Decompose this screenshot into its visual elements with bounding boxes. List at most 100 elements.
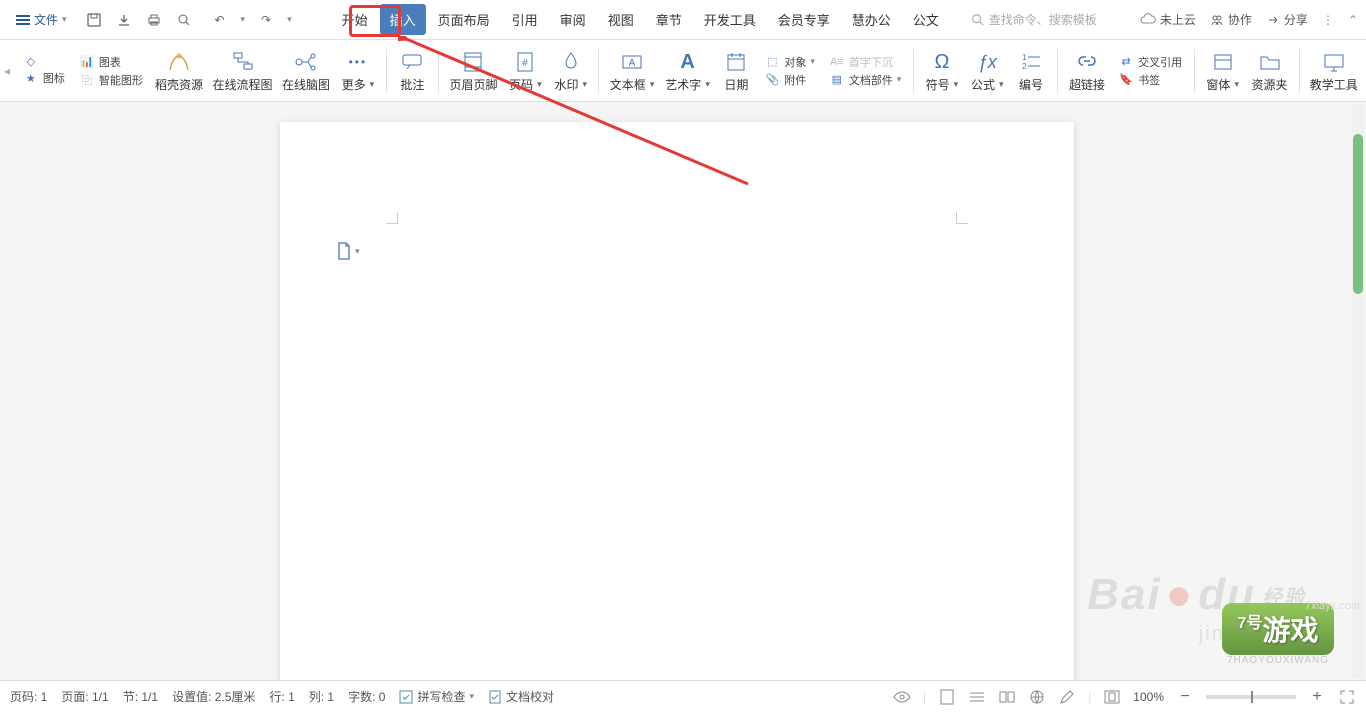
attachment-button[interactable]: 📎附件 xyxy=(764,72,815,88)
separator xyxy=(1194,49,1195,93)
share-label: 分享 xyxy=(1284,11,1308,28)
headerfooter-button[interactable]: 页眉页脚 xyxy=(445,48,501,93)
tab-page-layout[interactable]: 页面布局 xyxy=(428,4,500,35)
chart-button[interactable]: 📊图表 xyxy=(79,54,143,70)
resource-button[interactable]: 资源夹 xyxy=(1246,48,1292,93)
symbol-button[interactable]: Ω符号 xyxy=(920,48,963,93)
tab-chapter[interactable]: 章节 xyxy=(646,4,692,35)
save-icon[interactable] xyxy=(85,11,103,29)
tab-devtools[interactable]: 开发工具 xyxy=(694,4,766,35)
document-page[interactable]: ▾ xyxy=(280,122,1074,680)
collab-button[interactable]: 协作 xyxy=(1210,11,1252,28)
icons-button[interactable]: ★图标 xyxy=(23,70,65,86)
wordart-button[interactable]: A艺术字 xyxy=(661,48,715,93)
bookmark-button[interactable]: 🔖书签 xyxy=(1118,72,1182,88)
tab-view[interactable]: 视图 xyxy=(598,4,644,35)
tab-review[interactable]: 审阅 xyxy=(550,4,596,35)
folder-icon xyxy=(1258,48,1282,76)
date-button[interactable]: 日期 xyxy=(716,48,756,93)
status-row[interactable]: 行: 1 xyxy=(269,688,294,705)
view-reading-icon[interactable] xyxy=(998,688,1016,706)
more-button[interactable]: •••更多 xyxy=(336,48,379,93)
zoom-fit-icon[interactable] xyxy=(1103,688,1121,706)
view-page-icon[interactable] xyxy=(938,688,956,706)
status-page-number[interactable]: 页码: 1 xyxy=(10,688,47,705)
status-doccheck[interactable]: 文档校对 xyxy=(488,688,554,705)
zoom-slider[interactable] xyxy=(1206,695,1296,699)
view-outline-icon[interactable] xyxy=(968,688,986,706)
fullscreen-icon[interactable] xyxy=(1338,688,1356,706)
dropdown-icon: ▾ xyxy=(62,14,67,25)
separator xyxy=(386,49,387,93)
zoom-value[interactable]: 100% xyxy=(1133,690,1164,704)
smartart-label: 智能图形 xyxy=(99,72,143,88)
print-preview-icon[interactable] xyxy=(175,11,193,29)
view-web-icon[interactable] xyxy=(1028,688,1046,706)
redo-dropdown-icon[interactable]: ▾ xyxy=(287,14,292,25)
resource-label: 资源夹 xyxy=(1252,76,1288,93)
separator xyxy=(438,49,439,93)
tab-insert[interactable]: 插入 xyxy=(380,4,426,35)
forms-button[interactable]: 窗体 xyxy=(1201,48,1244,93)
separator xyxy=(1299,49,1300,93)
undo-dropdown-icon[interactable]: ▾ xyxy=(241,14,246,25)
object-button[interactable]: ⬚对象▾ xyxy=(764,54,815,70)
teachingtools-button[interactable]: 教学工具 xyxy=(1306,48,1362,93)
mindmap-button[interactable]: 在线脑图 xyxy=(278,48,334,93)
quick-access-toolbar: ↶ ▾ ↷ ▾ xyxy=(85,11,292,29)
search-icon xyxy=(971,13,985,27)
scroll-thumb[interactable] xyxy=(1353,134,1363,294)
status-spellcheck[interactable]: 拼写检查▾ xyxy=(399,688,474,705)
file-menu-label: 文件 xyxy=(34,11,58,28)
flowchart-icon xyxy=(230,48,256,76)
redo-icon[interactable]: ↷ xyxy=(257,11,275,29)
vertical-scrollbar[interactable] xyxy=(1352,104,1364,678)
hyperlink-button[interactable]: 超链接 xyxy=(1064,48,1110,93)
tab-gongwen[interactable]: 公文 xyxy=(903,4,949,35)
tab-references[interactable]: 引用 xyxy=(502,4,548,35)
more-menu-icon[interactable]: ⋮ xyxy=(1322,13,1334,27)
page-icon xyxy=(336,242,352,260)
forms-icon xyxy=(1211,48,1235,76)
hamburger-icon xyxy=(16,19,30,21)
flowchart-button[interactable]: 在线流程图 xyxy=(209,48,276,93)
collapse-ribbon-icon[interactable]: ⌃ xyxy=(1348,13,1358,27)
zoom-in-icon[interactable]: + xyxy=(1308,688,1326,706)
focus-mode-icon[interactable] xyxy=(893,688,911,706)
smartart-button[interactable]: ⿻智能图形 xyxy=(79,72,143,88)
svg-text:2: 2 xyxy=(1022,62,1027,71)
status-setvalue[interactable]: 设置值: 2.5厘米 xyxy=(172,688,255,705)
shapes-button[interactable]: ◇ xyxy=(23,55,65,68)
comment-button[interactable]: 批注 xyxy=(392,48,432,93)
document-canvas: ▾ Bai●du经验 jingyan.ba 7xiayx.com 7号游戏 7H… xyxy=(0,102,1366,680)
ribbon-scroll-left[interactable]: ◂ xyxy=(4,64,21,78)
zoom-out-icon[interactable]: − xyxy=(1176,688,1194,706)
command-search[interactable]: 查找命令、搜索模板 xyxy=(971,11,1097,28)
more-label: 更多 xyxy=(342,76,375,93)
textbox-button[interactable]: A文本框 xyxy=(605,48,659,93)
pagenumber-button[interactable]: #页码 xyxy=(504,48,547,93)
tab-start[interactable]: 开始 xyxy=(332,4,378,35)
print-icon[interactable] xyxy=(145,11,163,29)
crossref-button[interactable]: ⇄交叉引用 xyxy=(1118,54,1182,70)
status-col[interactable]: 列: 1 xyxy=(309,688,334,705)
page-quick-action[interactable]: ▾ xyxy=(336,242,360,260)
export-icon[interactable] xyxy=(115,11,133,29)
status-page-of[interactable]: 页面: 1/1 xyxy=(61,688,108,705)
tab-member[interactable]: 会员专享 xyxy=(768,4,840,35)
equation-button[interactable]: ƒx公式 xyxy=(966,48,1009,93)
file-menu[interactable]: 文件 ▾ xyxy=(8,7,75,32)
watermark-button[interactable]: 水印 xyxy=(549,48,592,93)
docer-button[interactable]: 稻壳资源 xyxy=(151,48,207,93)
cloud-status[interactable]: 未上云 xyxy=(1140,11,1196,28)
pen-mode-icon[interactable] xyxy=(1058,688,1076,706)
numbering-button[interactable]: 12编号 xyxy=(1011,48,1051,93)
tab-huiban[interactable]: 慧办公 xyxy=(842,4,901,35)
status-section[interactable]: 节: 1/1 xyxy=(123,688,158,705)
status-charcount[interactable]: 字数: 0 xyxy=(348,688,385,705)
undo-icon[interactable]: ↶ xyxy=(211,11,229,29)
share-button[interactable]: 分享 xyxy=(1266,11,1308,28)
docparts-button[interactable]: ▤文档部件▾ xyxy=(829,72,902,88)
dropcap-button[interactable]: A≡首字下沉 xyxy=(829,54,902,70)
svg-text:#: # xyxy=(523,58,529,69)
